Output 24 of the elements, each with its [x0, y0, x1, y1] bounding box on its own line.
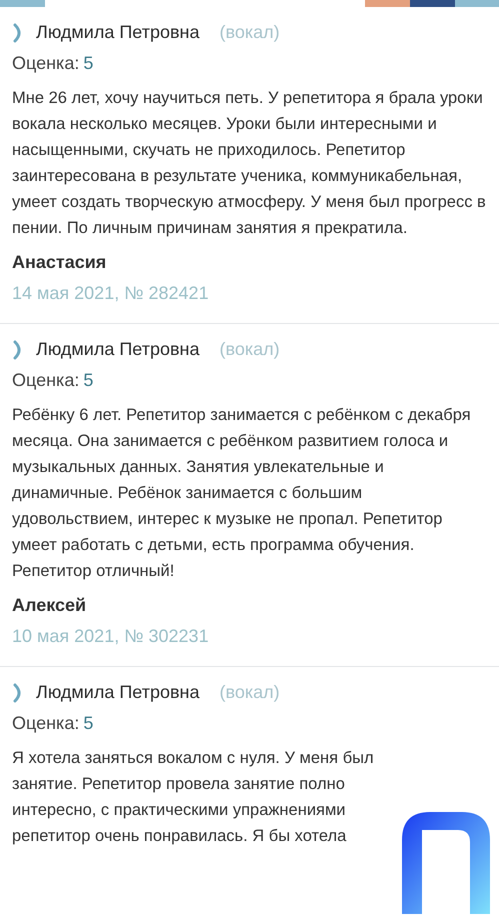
review-text: Мне 26 лет, хочу научиться петь. У репетитора я брала уроки вокала несколько месяцев. Уроки были интересными и насыщенными, скучать не приходилось. Репетитор заинтересована в результате ученика, коммуникабельная, умеет создать творческую атмосферу. У меня был прогресс в пении. По личным причинам занятия я прекратила. — [12, 88, 487, 239]
tutor-name: Людмила Петровна — [36, 338, 200, 361]
rating-label: Оценка: — [12, 712, 80, 735]
review-text: занятие. Репетитор провела занятие полно — [12, 774, 345, 795]
subject-label: (вокал) — [220, 338, 280, 361]
review-text: репетитор очень понравилась. Я бы хотела — [12, 826, 346, 847]
subject-label: (вокал) — [220, 681, 280, 704]
rating-label: Оценка: — [12, 52, 80, 75]
rating-value: 5 — [83, 712, 94, 735]
rating-value: 5 — [83, 369, 94, 392]
logo-icon — [402, 810, 490, 914]
author-name: Алексей — [12, 594, 88, 617]
rating-label: Оценка: — [12, 369, 80, 392]
review-date: 10 мая 2021, № 302231 — [12, 625, 210, 648]
rating-value: 5 — [83, 52, 94, 75]
review-text: Я хотела заняться вокалом с нуля. У меня был — [12, 748, 374, 769]
review-date: 14 мая 2021, № 282421 — [12, 282, 210, 305]
top-bar — [0, 0, 45, 7]
tutor-name: Людмила Петровна — [36, 681, 200, 704]
subject-label: (вокал) — [220, 21, 280, 44]
review-text: интересно, с практическими упражнениями — [12, 800, 346, 821]
tutor-name: Людмила Петровна — [36, 21, 200, 44]
author-name: Анастасия — [12, 251, 108, 274]
review-text: Ребёнку 6 лет. Репетитор занимается с ребёнком с декабря месяца. Она занимается с ребёнком развитием голоса и музыкальных данных. Занятия увлекательные и динамичные. Ребёнок занимается с большим удовольствием, интерес к музыке не пропал. Репетитор умеет работать с детьми, есть программа обучения. Репетитор отличный! — [12, 405, 472, 582]
